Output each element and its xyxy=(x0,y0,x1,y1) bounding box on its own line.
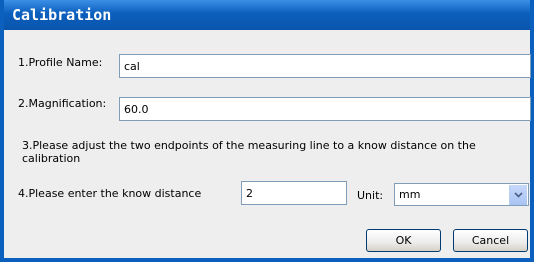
unit-select-value: mm xyxy=(399,188,421,201)
magnification-input[interactable] xyxy=(119,97,531,121)
cancel-button[interactable]: Cancel xyxy=(453,229,528,252)
profile-name-label: 1.Profile Name: xyxy=(18,56,103,69)
instruction-text: 3.Please adjust the two endpoints of the… xyxy=(22,139,476,165)
calibration-dialog: Calibration 1.Profile Name: 2.Magnificat… xyxy=(0,0,534,262)
window-title: Calibration xyxy=(4,0,530,30)
unit-label: Unit: xyxy=(357,189,384,202)
distance-input[interactable] xyxy=(241,181,347,205)
dialog-body: 1.Profile Name: 2.Magnification: 3.Pleas… xyxy=(4,30,531,258)
ok-button[interactable]: OK xyxy=(366,229,441,252)
unit-select[interactable]: mm xyxy=(394,183,529,206)
magnification-label: 2.Magnification: xyxy=(18,97,107,110)
profile-name-input[interactable] xyxy=(119,54,531,78)
distance-label: 4.Please enter the know distance xyxy=(18,187,202,200)
chevron-down-icon[interactable] xyxy=(509,185,527,205)
